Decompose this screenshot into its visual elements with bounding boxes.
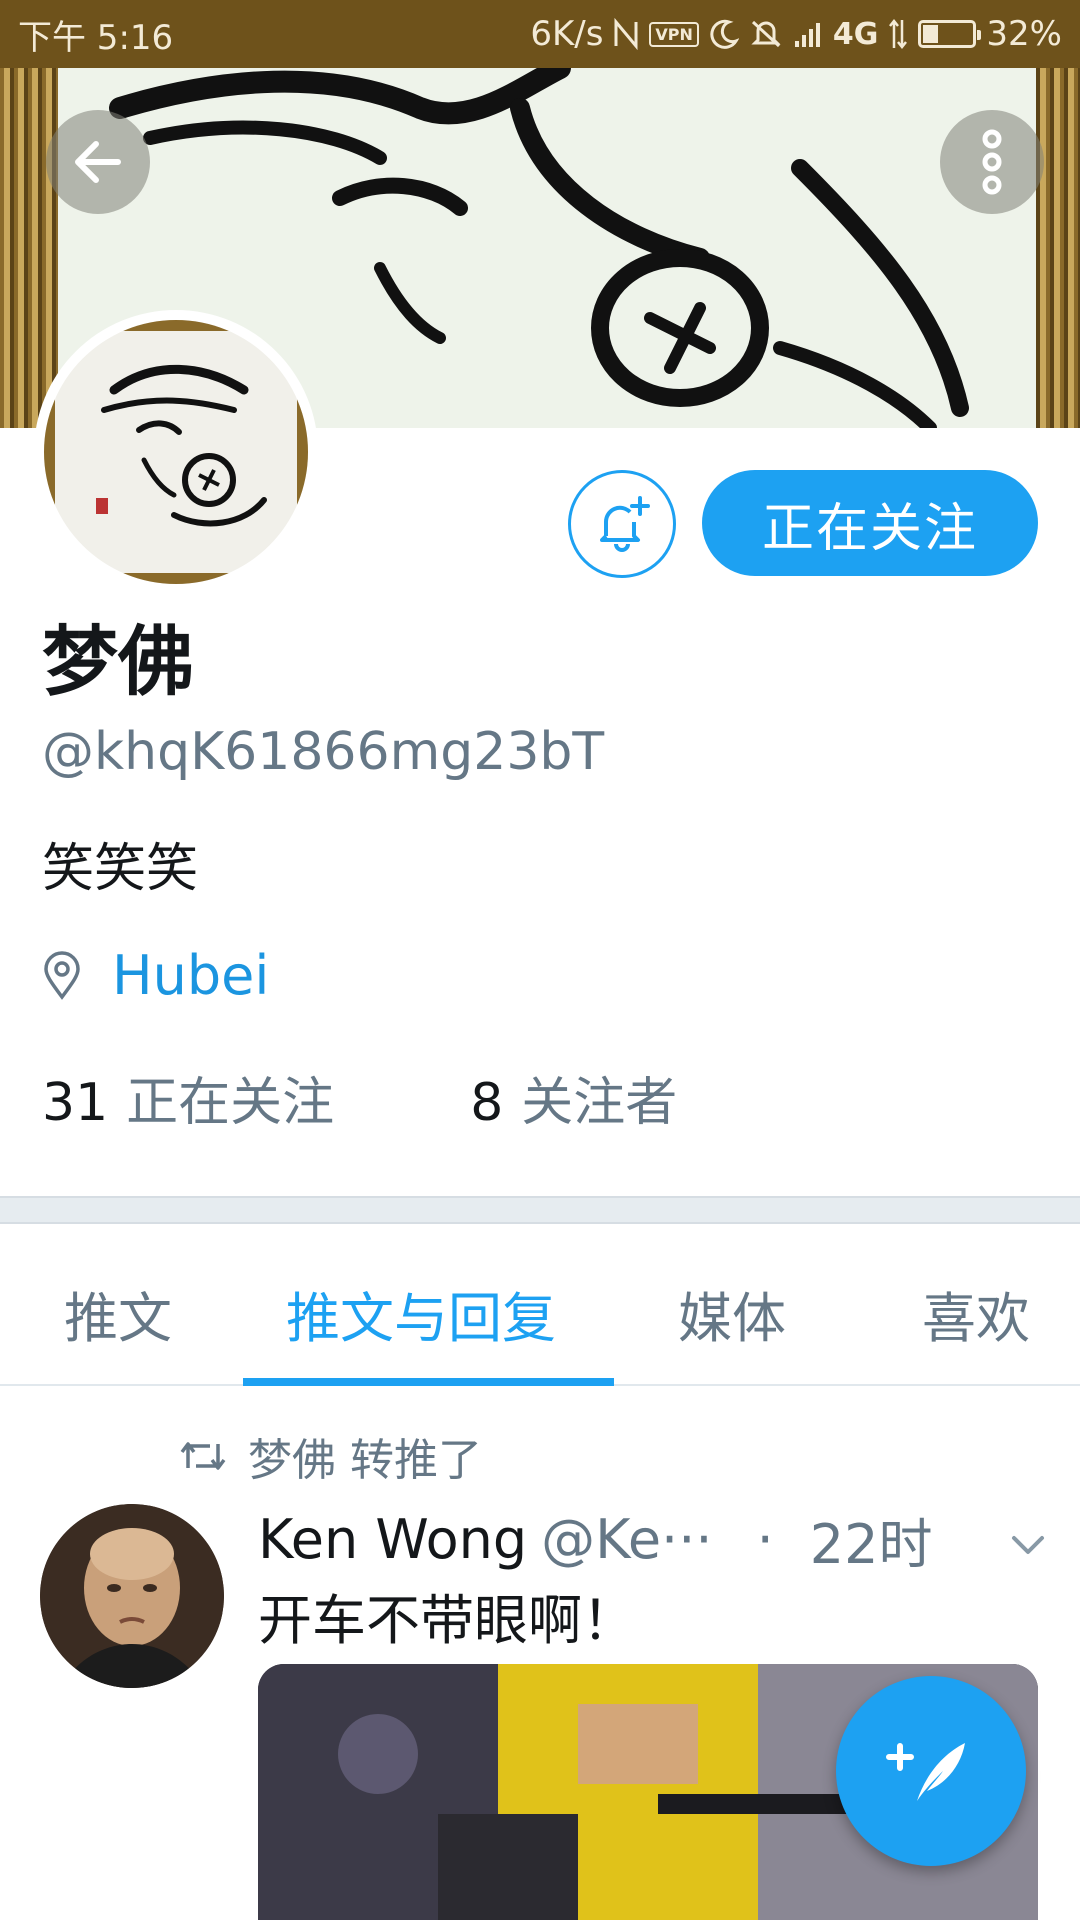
user-bio: 笑笑笑 bbox=[42, 839, 199, 899]
tab-tweets-and-replies[interactable]: 推文与回复 bbox=[286, 1274, 556, 1353]
mute-bell-icon bbox=[749, 18, 783, 50]
nfc-icon bbox=[613, 18, 639, 50]
tab-tweets[interactable]: 推文 bbox=[64, 1274, 172, 1353]
back-button[interactable] bbox=[46, 110, 150, 214]
tweet-author-handle[interactable]: @Ke··· bbox=[541, 1508, 712, 1571]
net-speed: 6K/s bbox=[530, 14, 604, 54]
location-link[interactable]: Hubei bbox=[112, 944, 269, 1007]
tweet-menu-button[interactable] bbox=[1008, 1508, 1048, 1571]
notifications-button[interactable] bbox=[568, 470, 676, 578]
status-icons: 6K/s VPN 4G 32% bbox=[530, 14, 1062, 54]
compose-tweet-icon bbox=[886, 1743, 965, 1801]
avatar-image bbox=[44, 320, 308, 584]
follow-stats: 31 正在关注 8 关注者 bbox=[42, 1060, 677, 1135]
vpn-badge: VPN bbox=[649, 21, 699, 47]
profile-avatar[interactable] bbox=[34, 310, 318, 594]
followers-count: 8 bbox=[470, 1073, 504, 1133]
retweet-icon bbox=[180, 1442, 226, 1470]
location-pin-icon bbox=[44, 950, 80, 1000]
section-divider bbox=[0, 1196, 1080, 1224]
retweet-context-text: 梦佛 转推了 bbox=[248, 1435, 482, 1486]
active-tab-indicator bbox=[243, 1378, 614, 1386]
tweet-header: Ken Wong @Ke··· · 22时 bbox=[258, 1500, 1048, 1579]
tweet-timestamp[interactable]: 22时 bbox=[810, 1500, 933, 1579]
following-button[interactable]: 正在关注 bbox=[702, 470, 1038, 576]
tweet-separator: · bbox=[756, 1508, 774, 1571]
status-bar: 下午 5:16 6K/s VPN 4G 32% bbox=[0, 0, 1080, 68]
chevron-down-icon bbox=[1012, 1536, 1044, 1554]
bell-plus-icon bbox=[600, 496, 650, 552]
tab-likes[interactable]: 喜欢 bbox=[922, 1274, 1030, 1353]
network-type: 4G bbox=[832, 16, 879, 52]
display-name: 梦佛 bbox=[42, 617, 194, 706]
arrow-left-icon bbox=[75, 141, 121, 183]
tab-media[interactable]: 媒体 bbox=[678, 1274, 786, 1353]
status-time: 下午 5:16 bbox=[18, 17, 174, 58]
battery-percent: 32% bbox=[986, 14, 1062, 54]
compose-tweet-button[interactable] bbox=[836, 1676, 1026, 1866]
tweet-author-name[interactable]: Ken Wong bbox=[258, 1508, 527, 1571]
profile-tabs: 推文 推文与回复 媒体 喜欢 bbox=[0, 1224, 1080, 1386]
moon-icon bbox=[709, 19, 739, 49]
user-handle: @khqK61866mg23bT bbox=[42, 722, 605, 782]
signal-icon bbox=[793, 19, 823, 49]
following-label: 正在关注 bbox=[126, 1073, 335, 1133]
more-options-button[interactable] bbox=[940, 110, 1044, 214]
tweet-author-avatar[interactable] bbox=[40, 1504, 224, 1688]
following-stat[interactable]: 31 正在关注 bbox=[42, 1060, 334, 1135]
more-vertical-icon bbox=[982, 129, 1002, 195]
data-arrows-icon bbox=[888, 18, 908, 50]
tweet-text: 开车不带眼啊！ bbox=[258, 1589, 636, 1652]
battery-icon bbox=[918, 20, 982, 48]
followers-label: 关注者 bbox=[521, 1073, 678, 1133]
following-count: 31 bbox=[42, 1073, 109, 1133]
user-location: Hubei bbox=[42, 944, 269, 1007]
battery-fill bbox=[923, 25, 939, 43]
followers-stat[interactable]: 8 关注者 bbox=[470, 1060, 677, 1135]
retweet-context: 梦佛 转推了 bbox=[180, 1424, 482, 1488]
